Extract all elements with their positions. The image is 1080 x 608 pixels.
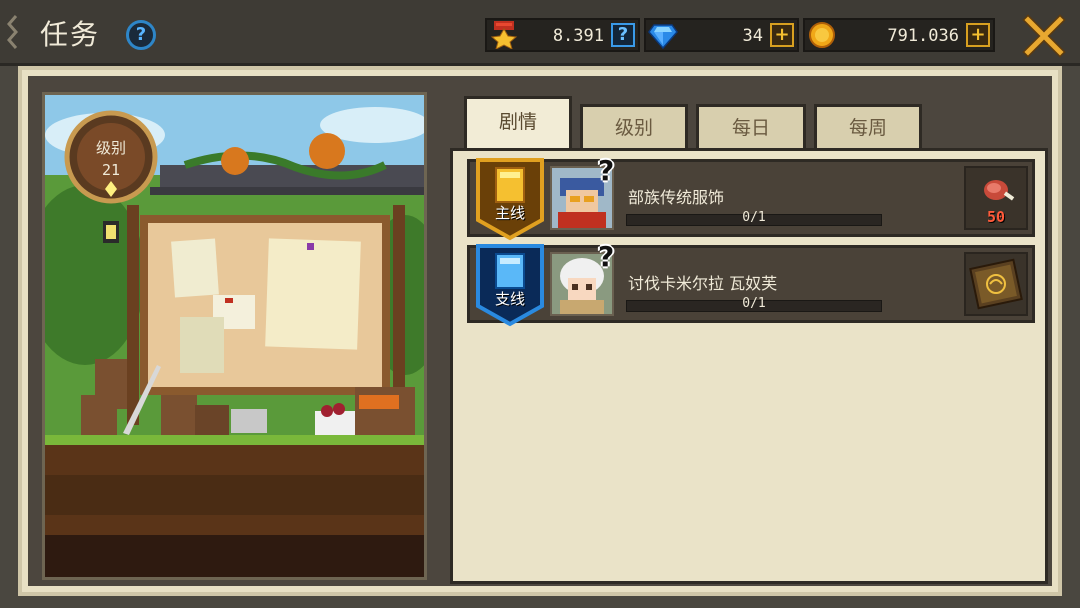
quest-type-label: 主线 — [494, 204, 525, 222]
gem-counter: 34 + — [644, 18, 799, 52]
reward-amount: 50 — [986, 208, 1006, 226]
quest-screen: 任务 ? 8.391 ? 34 + 791.036 + 级别 21 剧情 级别 … — [0, 0, 1080, 608]
close-x-icon[interactable] — [1022, 14, 1066, 58]
quest-row[interactable]: 支线 ? 讨伐卡米尔拉 瓦奴芙 0/1 — [467, 240, 1035, 327]
gem-value: 34 — [742, 26, 763, 46]
gem-icon — [648, 24, 678, 49]
meat-icon — [984, 180, 1015, 201]
medal-counter: 8.391 ? — [485, 18, 640, 52]
side-quest-badge: 支线 — [474, 242, 546, 328]
tab-weekly[interactable]: 每周 — [814, 104, 922, 152]
unknown-npc-icon: ? — [598, 154, 615, 187]
gem-add-button[interactable]: + — [770, 23, 794, 47]
coin-add-button[interactable]: + — [966, 23, 990, 47]
quest-board-illustration: 级别 21 — [45, 95, 424, 577]
quest-list: 主线 ? 部族传统服饰 0/1 50 支线 ? 讨伐卡米尔拉 瓦奴芙 0/1 — [450, 148, 1048, 584]
quest-progress-text: 0/1 — [742, 296, 766, 311]
back-arrow-icon[interactable] — [6, 14, 20, 52]
quest-type-label: 支线 — [494, 290, 525, 308]
quest-name: 讨伐卡米尔拉 瓦奴芙 — [628, 274, 778, 293]
tab-daily[interactable]: 每日 — [696, 104, 806, 152]
help-button[interactable]: ? — [126, 20, 156, 50]
medal-help-button[interactable]: ? — [611, 23, 635, 47]
quest-panel: 级别 21 剧情 级别 每日 每周 主线 ? 部族传统服饰 0/1 50 支线 … — [18, 66, 1062, 596]
main-quest-badge: 主线 — [474, 156, 546, 242]
quest-progress-text: 0/1 — [742, 210, 766, 225]
scroll-gold-icon — [476, 158, 544, 241]
quest-board-scene: 级别 21 — [42, 92, 427, 580]
medal-value: 8.391 — [552, 26, 604, 46]
quest-panel-inner: 级别 21 剧情 级别 每日 每周 主线 ? 部族传统服饰 0/1 50 支线 … — [28, 76, 1052, 586]
level-value: 21 — [102, 161, 120, 179]
coin-icon — [809, 22, 835, 48]
quest-name: 部族传统服饰 — [628, 188, 725, 207]
coin-value: 791.036 — [887, 26, 959, 46]
level-label: 级别 — [96, 139, 126, 157]
quest-reward[interactable]: 50 — [964, 166, 1028, 230]
tab-level[interactable]: 级别 — [580, 104, 688, 152]
scroll-blue-icon — [476, 244, 544, 327]
coin-counter: 791.036 + — [803, 18, 995, 52]
spellbook-icon — [969, 258, 1023, 310]
top-bar: 任务 ? 8.391 ? 34 + 791.036 + — [0, 0, 1080, 66]
tab-story[interactable]: 剧情 — [464, 96, 572, 152]
quest-row[interactable]: 主线 ? 部族传统服饰 0/1 50 — [467, 154, 1035, 241]
page-title: 任务 — [40, 18, 101, 51]
medal-icon — [490, 21, 518, 49]
quest-reward[interactable] — [964, 252, 1028, 316]
unknown-npc-icon: ? — [598, 240, 615, 273]
